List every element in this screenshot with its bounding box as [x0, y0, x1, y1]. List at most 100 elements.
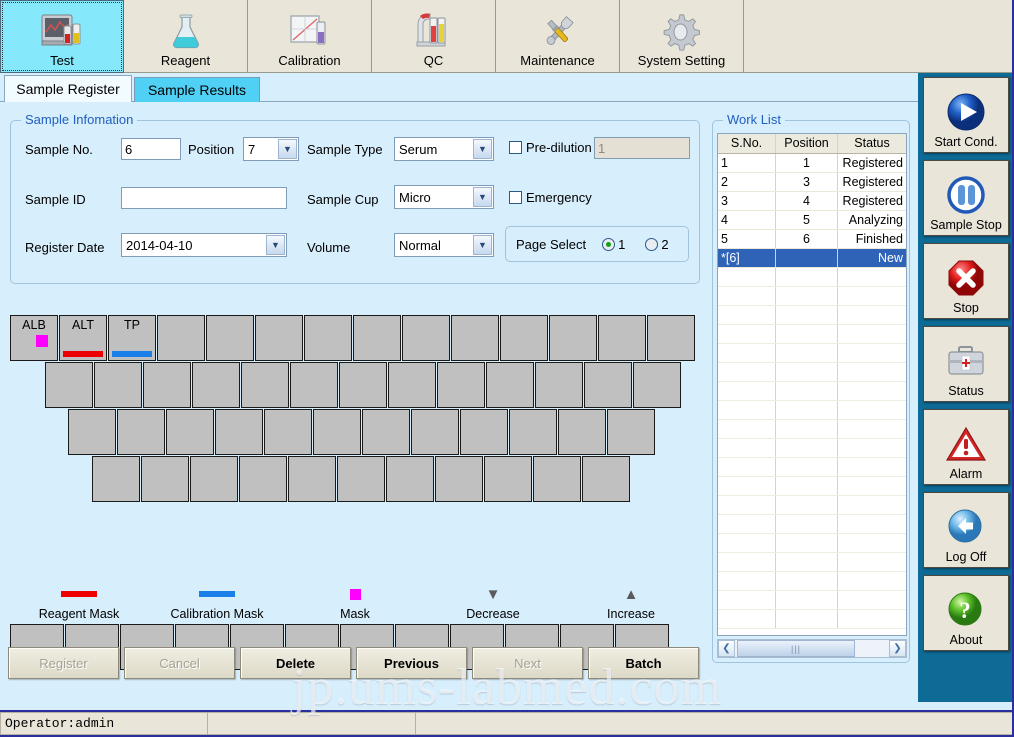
table-row[interactable]: 2 3 Registered: [718, 173, 906, 192]
table-row-empty[interactable]: [718, 420, 906, 439]
scroll-right-icon[interactable]: ❯: [889, 640, 906, 657]
test-item-cell-empty[interactable]: [386, 456, 434, 502]
sample-cup-select[interactable]: Micro ▼: [394, 185, 494, 209]
work-list-table[interactable]: S.No. Position Status 1 1 Registered 2 3 Regi…: [717, 133, 907, 636]
scrollbar-thumb[interactable]: |||: [737, 640, 855, 657]
test-item-cell-alb[interactable]: ALB: [10, 315, 58, 361]
sample-no-input[interactable]: [121, 138, 181, 160]
test-item-cell-empty[interactable]: [486, 362, 534, 408]
sample-id-input[interactable]: [121, 187, 287, 209]
toolbar-button-qc[interactable]: QC: [372, 0, 496, 73]
table-row-empty[interactable]: [718, 553, 906, 572]
sample-type-select[interactable]: Serum ▼: [394, 137, 494, 161]
test-item-cell-empty[interactable]: [402, 315, 450, 361]
test-item-cell-empty[interactable]: [353, 315, 401, 361]
page-select-radio-1[interactable]: 1: [602, 237, 625, 252]
test-item-cell-empty[interactable]: [239, 456, 287, 502]
table-row[interactable]: *[6] New: [718, 249, 906, 268]
volume-select[interactable]: Normal ▼: [394, 233, 494, 257]
table-row-empty[interactable]: [718, 344, 906, 363]
test-item-cell-empty[interactable]: [190, 456, 238, 502]
test-item-cell-empty[interactable]: [241, 362, 289, 408]
test-item-cell-empty[interactable]: [255, 315, 303, 361]
test-item-cell-empty[interactable]: [313, 409, 361, 455]
tab-sample-results[interactable]: Sample Results: [134, 77, 260, 102]
table-row[interactable]: 3 4 Registered: [718, 192, 906, 211]
test-item-cell-tp[interactable]: TP: [108, 315, 156, 361]
test-item-cell-empty[interactable]: [339, 362, 387, 408]
table-row[interactable]: 5 6 Finished: [718, 230, 906, 249]
test-item-cell-empty[interactable]: [509, 409, 557, 455]
test-item-cell-empty[interactable]: [94, 362, 142, 408]
test-item-cell-empty[interactable]: [535, 362, 583, 408]
table-row-empty[interactable]: [718, 610, 906, 629]
test-item-cell-empty[interactable]: [215, 409, 263, 455]
test-item-cell-empty[interactable]: [500, 315, 548, 361]
toolbar-button-system-setting[interactable]: System Setting: [620, 0, 744, 73]
test-item-cell-empty[interactable]: [549, 315, 597, 361]
test-item-cell-empty[interactable]: [362, 409, 410, 455]
sidebar-button-about[interactable]: ? About: [923, 575, 1009, 651]
table-row-empty[interactable]: [718, 268, 906, 287]
previous-button[interactable]: Previous: [356, 647, 467, 679]
pre-dilution-checkbox[interactable]: Pre-dilution: [509, 140, 592, 155]
table-row-empty[interactable]: [718, 439, 906, 458]
test-item-cell-empty[interactable]: [157, 315, 205, 361]
test-item-cell-empty[interactable]: [647, 315, 695, 361]
test-item-cell-empty[interactable]: [45, 362, 93, 408]
table-row[interactable]: 1 1 Registered: [718, 154, 906, 173]
sidebar-button-start-cond[interactable]: Start Cond.: [923, 77, 1009, 153]
tab-sample-register[interactable]: Sample Register: [4, 75, 132, 102]
test-item-cell-empty[interactable]: [437, 362, 485, 408]
test-item-cell-empty[interactable]: [192, 362, 240, 408]
scroll-left-icon[interactable]: ❮: [718, 640, 735, 657]
delete-button[interactable]: Delete: [240, 647, 351, 679]
test-item-cell-empty[interactable]: [388, 362, 436, 408]
table-row-empty[interactable]: [718, 401, 906, 420]
table-row-empty[interactable]: [718, 382, 906, 401]
work-list-horizontal-scrollbar[interactable]: ❮ ||| ❯: [717, 639, 907, 658]
toolbar-button-test[interactable]: Test: [0, 0, 124, 73]
sidebar-button-stop[interactable]: Stop: [923, 243, 1009, 319]
table-row-empty[interactable]: [718, 287, 906, 306]
test-item-cell-empty[interactable]: [141, 456, 189, 502]
toolbar-button-calibration[interactable]: Calibration: [248, 0, 372, 73]
position-select[interactable]: 7 ▼: [243, 137, 299, 161]
table-row-empty[interactable]: [718, 477, 906, 496]
emergency-checkbox[interactable]: Emergency: [509, 190, 592, 205]
test-item-cell-alt[interactable]: ALT: [59, 315, 107, 361]
test-item-cell-empty[interactable]: [92, 456, 140, 502]
table-row-empty[interactable]: [718, 572, 906, 591]
batch-button[interactable]: Batch: [588, 647, 699, 679]
scrollbar-track[interactable]: |||: [735, 640, 889, 657]
table-row-empty[interactable]: [718, 591, 906, 610]
test-item-cell-empty[interactable]: [598, 315, 646, 361]
test-item-cell-empty[interactable]: [411, 409, 459, 455]
sidebar-button-status[interactable]: Status: [923, 326, 1009, 402]
table-row[interactable]: 4 5 Analyzing: [718, 211, 906, 230]
table-row-empty[interactable]: [718, 534, 906, 553]
register-date-picker[interactable]: 2014-04-10 ▼: [121, 233, 287, 257]
test-item-cell-empty[interactable]: [633, 362, 681, 408]
test-item-cell-empty[interactable]: [460, 409, 508, 455]
sidebar-button-log-off[interactable]: Log Off: [923, 492, 1009, 568]
test-item-cell-empty[interactable]: [166, 409, 214, 455]
test-item-cell-empty[interactable]: [337, 456, 385, 502]
table-row-empty[interactable]: [718, 496, 906, 515]
test-item-cell-empty[interactable]: [117, 409, 165, 455]
test-item-cell-empty[interactable]: [484, 456, 532, 502]
test-item-cell-empty[interactable]: [435, 456, 483, 502]
test-item-cell-empty[interactable]: [304, 315, 352, 361]
test-item-cell-empty[interactable]: [558, 409, 606, 455]
test-item-cell-empty[interactable]: [290, 362, 338, 408]
test-item-cell-empty[interactable]: [451, 315, 499, 361]
test-item-cell-empty[interactable]: [584, 362, 632, 408]
table-row-empty[interactable]: [718, 458, 906, 477]
sidebar-button-sample-stop[interactable]: Sample Stop: [923, 160, 1009, 236]
toolbar-button-maintenance[interactable]: Maintenance: [496, 0, 620, 73]
pre-dilution-factor-input[interactable]: [594, 137, 690, 159]
toolbar-button-reagent[interactable]: Reagent: [124, 0, 248, 73]
table-row-empty[interactable]: [718, 325, 906, 344]
test-item-cell-empty[interactable]: [264, 409, 312, 455]
test-item-cell-empty[interactable]: [206, 315, 254, 361]
